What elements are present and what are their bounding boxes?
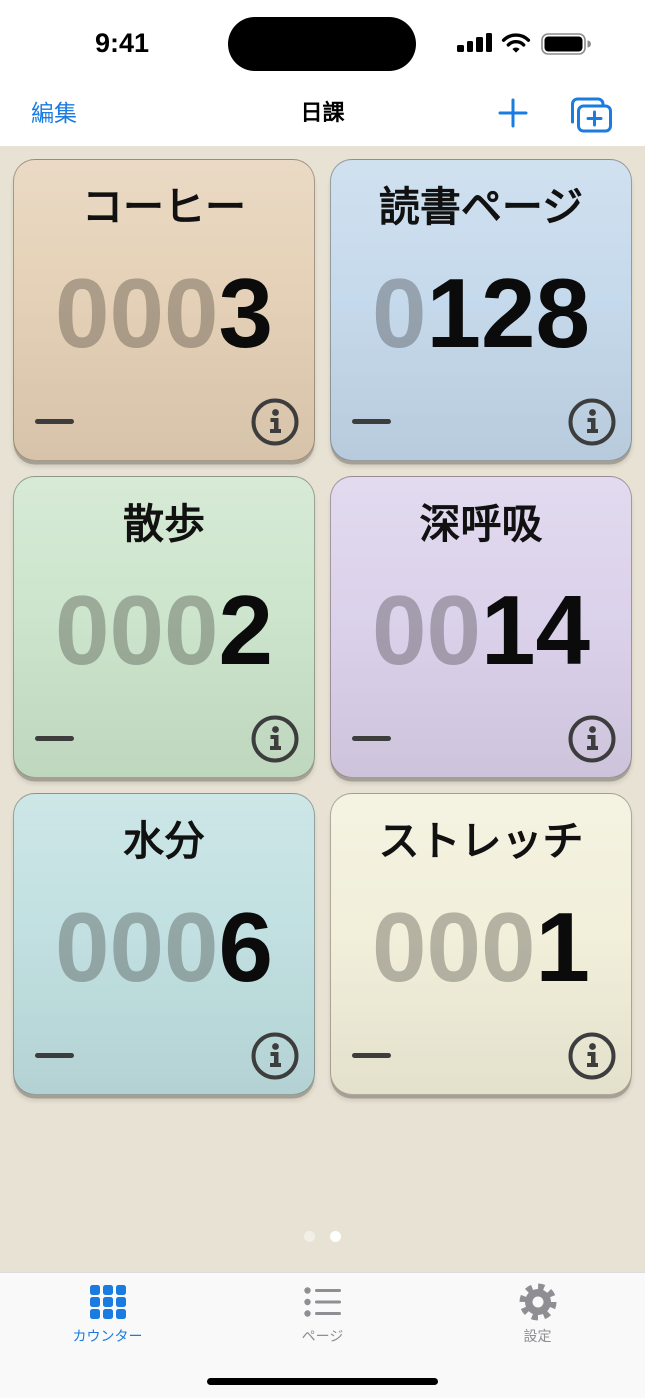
home-indicator[interactable] bbox=[207, 1378, 438, 1385]
page-dot[interactable] bbox=[303, 1230, 315, 1242]
counter-digits: 1 bbox=[535, 892, 591, 1002]
info-button[interactable] bbox=[568, 715, 616, 763]
counter-title: ストレッチ bbox=[378, 818, 584, 864]
minus-icon bbox=[352, 735, 391, 741]
counter-card[interactable]: ストレッチ 0001 bbox=[330, 793, 632, 1095]
signal-bar bbox=[466, 41, 473, 52]
decrement-button[interactable] bbox=[346, 724, 397, 752]
counter-card[interactable]: 深呼吸 0014 bbox=[330, 476, 632, 778]
decrement-button[interactable] bbox=[346, 407, 397, 435]
info-button[interactable] bbox=[251, 1032, 299, 1080]
counter-card[interactable]: コーヒー 0003 bbox=[13, 159, 315, 461]
minus-icon bbox=[35, 418, 74, 424]
tab-counters[interactable]: カウンター bbox=[0, 1273, 215, 1353]
decrement-button[interactable] bbox=[29, 724, 80, 752]
signal-bar bbox=[476, 37, 483, 52]
counter-value: 0006 bbox=[14, 898, 314, 996]
counter-leading-zeros: 000 bbox=[54, 892, 219, 1002]
counter-digits: 128 bbox=[426, 258, 591, 368]
add-counter-button[interactable] bbox=[498, 98, 528, 128]
info-button[interactable] bbox=[251, 398, 299, 446]
tab-label: 設定 bbox=[523, 1328, 552, 1344]
gear-icon bbox=[519, 1283, 556, 1321]
page-dot[interactable] bbox=[329, 1230, 341, 1242]
counter-card[interactable]: 読書ページ 0128 bbox=[330, 159, 632, 461]
info-icon bbox=[568, 1032, 616, 1080]
tab-label: カウンター bbox=[72, 1328, 143, 1344]
info-button[interactable] bbox=[251, 715, 299, 763]
counter-page: コーヒー 0003 読書ページ 0128 散歩 0002 深呼吸 0014 水分… bbox=[0, 146, 645, 1272]
plus-icon bbox=[498, 98, 528, 128]
status-time: 9:41 bbox=[94, 28, 150, 58]
tab-label: ページ bbox=[301, 1328, 344, 1344]
signal-bar bbox=[485, 33, 492, 52]
counter-digits: 14 bbox=[481, 575, 591, 685]
navigation-bar: 編集 日課 bbox=[0, 88, 645, 146]
counter-title: 水分 bbox=[123, 818, 205, 864]
counter-card[interactable]: 散歩 0002 bbox=[13, 476, 315, 778]
status-bar: 9:41 bbox=[0, 0, 645, 88]
info-button[interactable] bbox=[568, 398, 616, 446]
counter-digits: 2 bbox=[218, 575, 274, 685]
signal-icon bbox=[457, 33, 492, 52]
tab-pages[interactable]: ページ bbox=[215, 1273, 430, 1353]
counter-leading-zeros: 000 bbox=[54, 575, 219, 685]
list-icon bbox=[303, 1287, 341, 1317]
counter-title: コーヒー bbox=[82, 184, 246, 230]
counter-digits: 6 bbox=[218, 892, 274, 1002]
tab-settings[interactable]: 設定 bbox=[430, 1273, 645, 1353]
counter-card[interactable]: 水分 0006 bbox=[13, 793, 315, 1095]
counter-value: 0001 bbox=[331, 898, 631, 996]
decrement-button[interactable] bbox=[29, 1041, 80, 1069]
decrement-button[interactable] bbox=[346, 1041, 397, 1069]
info-icon bbox=[568, 398, 616, 446]
info-icon bbox=[251, 715, 299, 763]
info-icon bbox=[251, 398, 299, 446]
decrement-button[interactable] bbox=[29, 407, 80, 435]
counter-title: 読書ページ bbox=[378, 184, 584, 230]
counter-value: 0128 bbox=[331, 264, 631, 362]
page-title: 日課 bbox=[300, 100, 345, 125]
info-icon bbox=[568, 715, 616, 763]
edit-button[interactable]: 編集 bbox=[31, 97, 77, 129]
counter-title: 散歩 bbox=[123, 501, 205, 547]
wifi-icon bbox=[501, 33, 531, 53]
minus-icon bbox=[352, 1052, 391, 1058]
info-icon bbox=[251, 1032, 299, 1080]
counter-leading-zeros: 000 bbox=[371, 892, 536, 1002]
counter-value: 0002 bbox=[14, 581, 314, 679]
add-stack-icon bbox=[571, 97, 612, 133]
counter-leading-zeros: 0 bbox=[371, 258, 427, 368]
info-button[interactable] bbox=[568, 1032, 616, 1080]
add-page-button[interactable] bbox=[569, 97, 613, 133]
dynamic-island bbox=[228, 17, 416, 71]
grid-icon bbox=[89, 1285, 126, 1319]
minus-icon bbox=[35, 735, 74, 741]
minus-icon bbox=[35, 1052, 74, 1058]
battery-icon bbox=[541, 33, 591, 55]
counter-grid: コーヒー 0003 読書ページ 0128 散歩 0002 深呼吸 0014 水分… bbox=[13, 159, 632, 1095]
counter-title: 深呼吸 bbox=[419, 501, 543, 547]
counter-value: 0003 bbox=[14, 264, 314, 362]
counter-leading-zeros: 000 bbox=[54, 258, 219, 368]
minus-icon bbox=[352, 418, 391, 424]
signal-bar bbox=[457, 45, 464, 52]
counter-digits: 3 bbox=[218, 258, 274, 368]
counter-value: 0014 bbox=[331, 581, 631, 679]
counter-leading-zeros: 00 bbox=[371, 575, 481, 685]
